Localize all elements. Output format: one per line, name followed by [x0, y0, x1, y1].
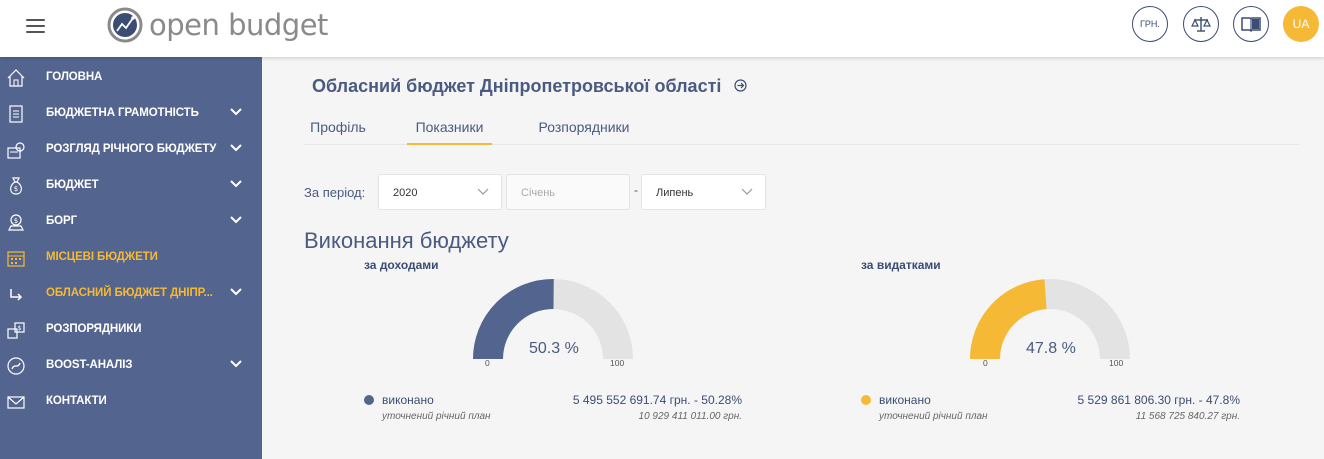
sidebar-item-annual-budget-review[interactable]: РОЗГЛЯД РІЧНОГО БЮДЖЕТУ: [0, 131, 262, 167]
month-to-select[interactable]: Липень: [641, 174, 766, 210]
chevron-down-icon[interactable]: [229, 143, 243, 153]
home-icon: [7, 69, 25, 87]
svg-text:$: $: [14, 217, 18, 225]
year-select[interactable]: 2020: [378, 174, 502, 210]
money-icon: [7, 142, 25, 159]
logo[interactable]: open budget: [107, 7, 328, 43]
month-from-select[interactable]: Січень: [506, 174, 630, 210]
chevron-down-icon[interactable]: [229, 215, 243, 225]
sidebar-item-label: ГОЛОВНА: [46, 71, 103, 83]
sidebar-item-budget-literacy[interactable]: БЮДЖЕТНА ГРАМОТНІСТЬ: [0, 95, 262, 131]
book-button[interactable]: [1233, 6, 1269, 42]
svg-text:$: $: [18, 325, 22, 332]
mail-icon: [7, 396, 25, 409]
money-bag-icon: $: [10, 177, 22, 195]
sidebar-item-label: КОНТАКТИ: [46, 395, 107, 407]
sidebar-item-label: БЮДЖЕТНА ГРАМОТНІСТЬ: [46, 107, 199, 119]
sidebar-item-home[interactable]: ГОЛОВНА: [0, 59, 262, 95]
expenses-legend-dot: [861, 395, 871, 405]
book-icon: [1241, 17, 1261, 32]
expenses-plan-value: 11 568 725 840.27 грн.: [1135, 411, 1240, 422]
sidebar-item-regional-budget[interactable]: ОБЛАСНИЙ БЮДЖЕТ ДНІПР...: [0, 275, 262, 311]
tabs: Профіль Показники Розпорядники: [304, 112, 1299, 145]
main-content: Обласний бюджет Дніпропетровської област…: [262, 57, 1324, 459]
chevron-down-icon[interactable]: [229, 359, 243, 369]
expenses-legend-value: 5 529 861 806.30 грн. - 47.8%: [1077, 393, 1240, 407]
sub-arrow-icon: [10, 289, 23, 301]
period-separator: -: [634, 183, 638, 197]
sidebar-item-debt[interactable]: $ БОРГ: [0, 203, 262, 239]
sidebar-item-label: РОЗГЛЯД РІЧНОГО БЮДЖЕТУ: [46, 143, 217, 155]
period-label: За період:: [304, 185, 366, 200]
menu-icon[interactable]: [26, 19, 45, 33]
chevron-down-icon: [477, 188, 489, 195]
expenses-legend-label: виконано: [879, 393, 931, 407]
month-from-placeholder: Січень: [521, 187, 556, 199]
revenue-legend-value: 5 495 552 691.74 грн. - 50.28%: [572, 393, 742, 407]
sidebar-item-label: БЮДЖЕТ: [46, 179, 99, 191]
top-bar: open budget ГРН. UA: [0, 0, 1324, 57]
expenses-title: за видатками: [861, 258, 941, 272]
chevron-down-icon: [741, 188, 753, 195]
revenue-max-label: 100: [610, 358, 625, 368]
tab-indicators[interactable]: Показники: [407, 112, 492, 145]
revenue-title: за доходами: [364, 258, 439, 272]
revenue-legend-dot: [364, 395, 374, 405]
revenue-min-label: 0: [485, 358, 490, 368]
language-button[interactable]: UA: [1283, 6, 1319, 42]
expenses-plan-label: уточнений річний план: [879, 411, 988, 422]
expenses-min-label: 0: [983, 358, 988, 368]
sidebar-item-label: РОЗПОРЯДНИКИ: [46, 323, 142, 335]
sidebar-item-label: BOOST-АНАЛІЗ: [46, 359, 133, 371]
expenses-max-label: 100: [1109, 358, 1124, 368]
chevron-down-icon[interactable]: [229, 179, 243, 189]
debt-icon: $: [8, 214, 24, 231]
chevron-down-icon[interactable]: [229, 107, 243, 117]
page-title: Обласний бюджет Дніпропетровської област…: [312, 76, 722, 96]
revenue-plan-label: уточнений річний план: [382, 411, 491, 422]
sidebar-item-label: МІСЦЕВІ БЮДЖЕТИ: [46, 251, 158, 263]
currency-button[interactable]: ГРН.: [1132, 6, 1168, 42]
revenue-legend-label: виконано: [382, 393, 434, 407]
section-title: Виконання бюджету: [304, 228, 509, 253]
circle-arrow-icon[interactable]: [734, 79, 747, 92]
svg-text:$: $: [14, 185, 18, 193]
sidebar-item-contacts[interactable]: КОНТАКТИ: [0, 383, 262, 419]
expenses-percent: 47.8 %: [1026, 340, 1076, 357]
sidebar-item-local-budgets[interactable]: МІСЦЕВІ БЮДЖЕТИ: [0, 239, 262, 275]
sidebar-item-budget[interactable]: $ БЮДЖЕТ: [0, 167, 262, 203]
revenue-plan-value: 10 929 411 011.00 грн.: [638, 411, 742, 422]
managers-icon: $: [7, 322, 25, 339]
month-to-value: Липень: [656, 187, 694, 199]
sidebar-item-label: ОБЛАСНИЙ БЮДЖЕТ ДНІПР...: [46, 287, 213, 299]
sidebar-item-managers[interactable]: $ РОЗПОРЯДНИКИ: [0, 311, 262, 347]
chevron-down-icon[interactable]: [229, 287, 243, 297]
sidebar-item-boost-analysis[interactable]: BOOST-АНАЛІЗ: [0, 347, 262, 383]
sidebar-item-label: БОРГ: [46, 215, 78, 227]
logo-text: open budget: [149, 8, 328, 42]
sidebar: ГОЛОВНА БЮДЖЕТНА ГРАМОТНІСТЬ РОЗГЛЯД РІЧ…: [0, 57, 262, 459]
tab-profile[interactable]: Профіль: [304, 112, 372, 145]
logo-mark-icon: [107, 7, 143, 43]
tab-managers[interactable]: Розпорядники: [529, 112, 639, 145]
scales-icon: [1191, 17, 1211, 32]
scales-button[interactable]: [1183, 6, 1219, 42]
calendar-icon: [7, 251, 25, 267]
revenue-percent: 50.3 %: [529, 340, 579, 357]
document-icon: [9, 105, 23, 123]
year-select-value: 2020: [393, 187, 418, 199]
boost-icon: [7, 357, 25, 375]
